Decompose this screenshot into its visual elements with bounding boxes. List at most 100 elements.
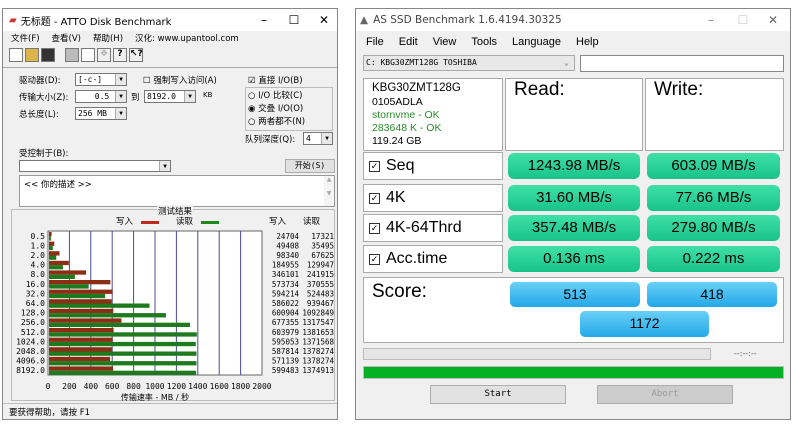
score-total: 1172 [580,311,709,337]
read-bar [49,341,196,347]
test-row-label[interactable]: ✓ 4K-64Thrd [363,214,503,242]
queue-depth-label: 队列深度(Q): [245,135,296,145]
drive-select[interactable]: C: KBG30ZMT128G TOSHIBA ⌄ [363,55,575,71]
checkbox-icon[interactable]: ✓ [369,223,380,234]
write-bar [49,270,87,275]
x-tick-label: 1600 [210,382,229,391]
maximize-button[interactable]: ☐ [279,9,309,31]
read-value: 1381653 [302,328,334,337]
description-textarea[interactable]: << 你的描述 >> ▲ ▼ [19,175,335,207]
close-button[interactable]: ✕ [758,9,788,31]
write-bar [49,356,111,362]
x-tick-label: 200 [62,382,77,391]
checkbox-icon[interactable]: ✓ [369,193,380,204]
write-bar [49,308,114,314]
radio-io-compare[interactable]: ○ I/O 比较(C) [248,89,302,101]
radio-overlapped-io[interactable]: ◉ 交叠 I/O(O) [248,102,303,114]
minimize-button[interactable]: – [696,9,726,31]
asssd-titlebar: ▲ AS SSD Benchmark 1.6.4194.30325 – ☐ ✕ [356,9,790,31]
move-icon[interactable]: ✥ [97,48,111,62]
menu-edit[interactable]: Edit [399,36,418,48]
write-result: 603.09 MB/s [647,153,780,179]
open-icon[interactable] [25,48,39,62]
abort-button[interactable]: Abort [597,385,733,404]
radio-label: 交叠 I/O(O) [258,104,304,114]
transfer-to-select[interactable]: 8192.0 ▼ [144,90,196,103]
scrollbar[interactable]: ▲ ▼ [324,176,334,206]
start-button[interactable]: Start [430,385,566,404]
checkbox-icon[interactable]: ✓ [369,161,380,172]
menu-file[interactable]: 文件(F) [11,32,40,44]
menu-view[interactable]: View [433,36,457,48]
x-tick-label: 600 [105,382,120,391]
y-tick-label: 2.0 [31,251,46,260]
drive-firmware: 0105ADLA [372,96,423,108]
write-header: Write: [645,78,784,151]
read-value: 1378274 [302,347,334,356]
start-button[interactable]: 开始(S) [285,159,335,173]
test-name: Seq [386,157,415,174]
y-tick-label: 256.0 [21,318,45,327]
y-tick-label: 1024.0 [16,337,45,346]
drive-info-panel: KBG30ZMT128G 0105ADLA stornvme - OK 2836… [363,78,503,151]
total-length-value: 256 MB [78,109,107,118]
atto-window: ▰ 无标题 - ATTO Disk Benchmark – ☐ ✕ 文件(F) … [2,8,338,420]
menu-bar: File Edit View Tools Language Help [366,36,599,48]
y-tick-label: 8.0 [31,270,46,279]
print-icon[interactable] [65,48,79,62]
write-bar [49,241,55,246]
x-tick-label: 1000 [145,382,164,391]
y-tick-label: 1.0 [31,241,46,250]
menu-help[interactable]: 帮助(H) [93,32,123,44]
drive-info-input[interactable] [580,55,784,72]
transfer-from-select[interactable]: 0.5 ▼ [75,90,127,103]
close-button[interactable]: ✕ [309,9,339,31]
total-length-label: 总长度(L): [19,110,59,120]
queue-depth-select[interactable]: 4 ▼ [303,132,333,145]
menu-language[interactable]: Language [512,36,561,48]
chevron-down-icon: ▼ [321,133,332,144]
menu-tools[interactable]: Tools [471,36,497,48]
read-result: 357.48 MB/s [508,215,640,241]
total-length-select[interactable]: 256 MB ▼ [75,107,127,120]
test-row-label[interactable]: ✓ 4K [363,184,503,212]
menu-file[interactable]: File [366,36,384,48]
status-text: 要获得帮助，请按 F1 [9,408,90,418]
write-bar [49,289,113,294]
context-help-icon[interactable]: ↖? [129,48,143,62]
new-icon[interactable] [9,48,23,62]
radio-neither[interactable]: ○ 两者都不(N) [248,115,305,127]
save-icon[interactable] [41,48,55,62]
read-value: 1317547 [302,318,334,327]
drive-label: 驱动器(D): [19,76,61,86]
direct-io-checkbox[interactable]: ☑ 直接 I/O(B) [248,74,303,86]
print-preview-icon[interactable] [81,48,95,62]
menu-help[interactable]: Help [576,36,599,48]
write-value: 571139 [272,357,299,366]
write-value: 587814 [272,347,300,356]
transfer-to-value: 8192.0 [147,92,176,101]
controlled-by-select[interactable]: ▼ [19,160,171,172]
force-write-checkbox[interactable]: ☐ 强制写入访问(A) [143,74,217,86]
help-icon[interactable]: ? [113,48,127,62]
menu-view[interactable]: 查看(V) [52,32,81,44]
read-bar [49,361,197,366]
x-tick-label: 800 [126,382,141,391]
x-tick-label: 1800 [231,382,250,391]
y-tick-label: 16.0 [26,280,45,289]
write-bar [49,260,69,266]
app-icon: ▰ [9,14,17,26]
read-bar [49,236,51,241]
test-row-label[interactable]: ✓ Acc.time [363,245,503,273]
chevron-down-icon: ▼ [115,74,126,85]
menu-localize[interactable]: 汉化: www.upantool.com [135,32,239,44]
maximize-button[interactable]: ☐ [728,9,758,31]
checkbox-icon[interactable]: ✓ [369,254,380,265]
read-bar [49,313,166,318]
write-value: 573734 [272,280,300,289]
drive-select[interactable]: [-c-] ▼ [75,73,127,86]
minimize-button[interactable]: – [249,9,279,31]
test-row-label[interactable]: ✓ Seq [363,152,503,180]
chevron-down-icon: ▼ [115,108,126,119]
read-bar [49,284,89,289]
